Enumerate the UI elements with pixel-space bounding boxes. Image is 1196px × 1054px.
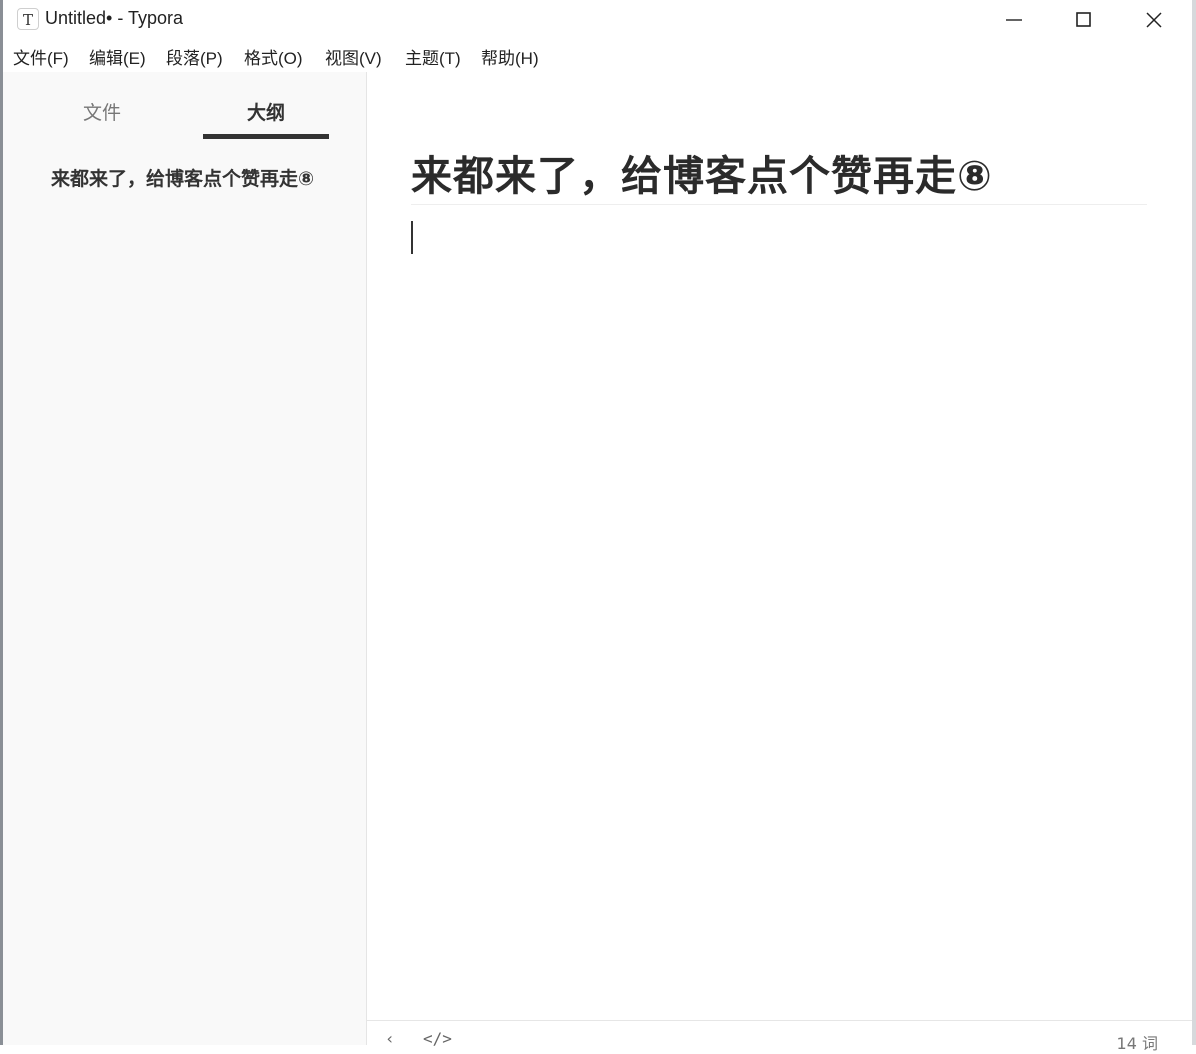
tab-files[interactable]: 文件 [39, 98, 165, 125]
menu-help[interactable]: 帮助(H) [481, 44, 539, 69]
sidebar: 文件 大纲 来都来了，给博客点个赞再走⑧ [3, 72, 367, 1045]
menu-file[interactable]: 文件(F) [13, 44, 69, 69]
title-bar[interactable]: T Untitled• - Typora [3, 0, 1192, 40]
source-code-icon[interactable]: </> [423, 1029, 452, 1048]
text-caret [411, 221, 413, 254]
menu-paragraph[interactable]: 段落(P) [166, 44, 223, 69]
menu-view[interactable]: 视图(V) [325, 44, 382, 69]
word-count[interactable]: 14 词 [1117, 1030, 1158, 1054]
close-button[interactable] [1121, 0, 1191, 40]
desktop-edge-right [1192, 0, 1196, 1045]
minimize-icon [1006, 19, 1022, 21]
typora-window: T Untitled• - Typora 文件(F) 编辑(E) 段落(P) 格… [3, 0, 1192, 1053]
menu-edit[interactable]: 编辑(E) [89, 44, 146, 69]
status-bar: ‹ </> 14 词 [367, 1020, 1192, 1053]
toggle-sidebar-icon[interactable]: ‹ [385, 1029, 395, 1048]
menu-format[interactable]: 格式(O) [244, 44, 303, 69]
menu-theme[interactable]: 主题(T) [405, 44, 461, 69]
outline-item[interactable]: 来都来了，给博客点个赞再走⑧ [51, 166, 336, 193]
maximize-button[interactable] [1051, 0, 1121, 40]
window-title: Untitled• - Typora [45, 8, 184, 28]
minimize-button[interactable] [981, 0, 1051, 40]
close-icon [1146, 12, 1162, 28]
active-tab-indicator [203, 134, 329, 139]
tab-outline[interactable]: 大纲 [203, 98, 329, 125]
document-heading[interactable]: 来都来了，给博客点个赞再走⑧ [411, 142, 1147, 205]
menu-bar: 文件(F) 编辑(E) 段落(P) 格式(O) 视图(V) 主题(T) 帮助(H… [3, 44, 1192, 74]
editor-area[interactable]: 来都来了，给博客点个赞再走⑧ [367, 72, 1192, 1020]
maximize-icon [1076, 12, 1091, 27]
typora-app-icon: T [17, 8, 39, 30]
